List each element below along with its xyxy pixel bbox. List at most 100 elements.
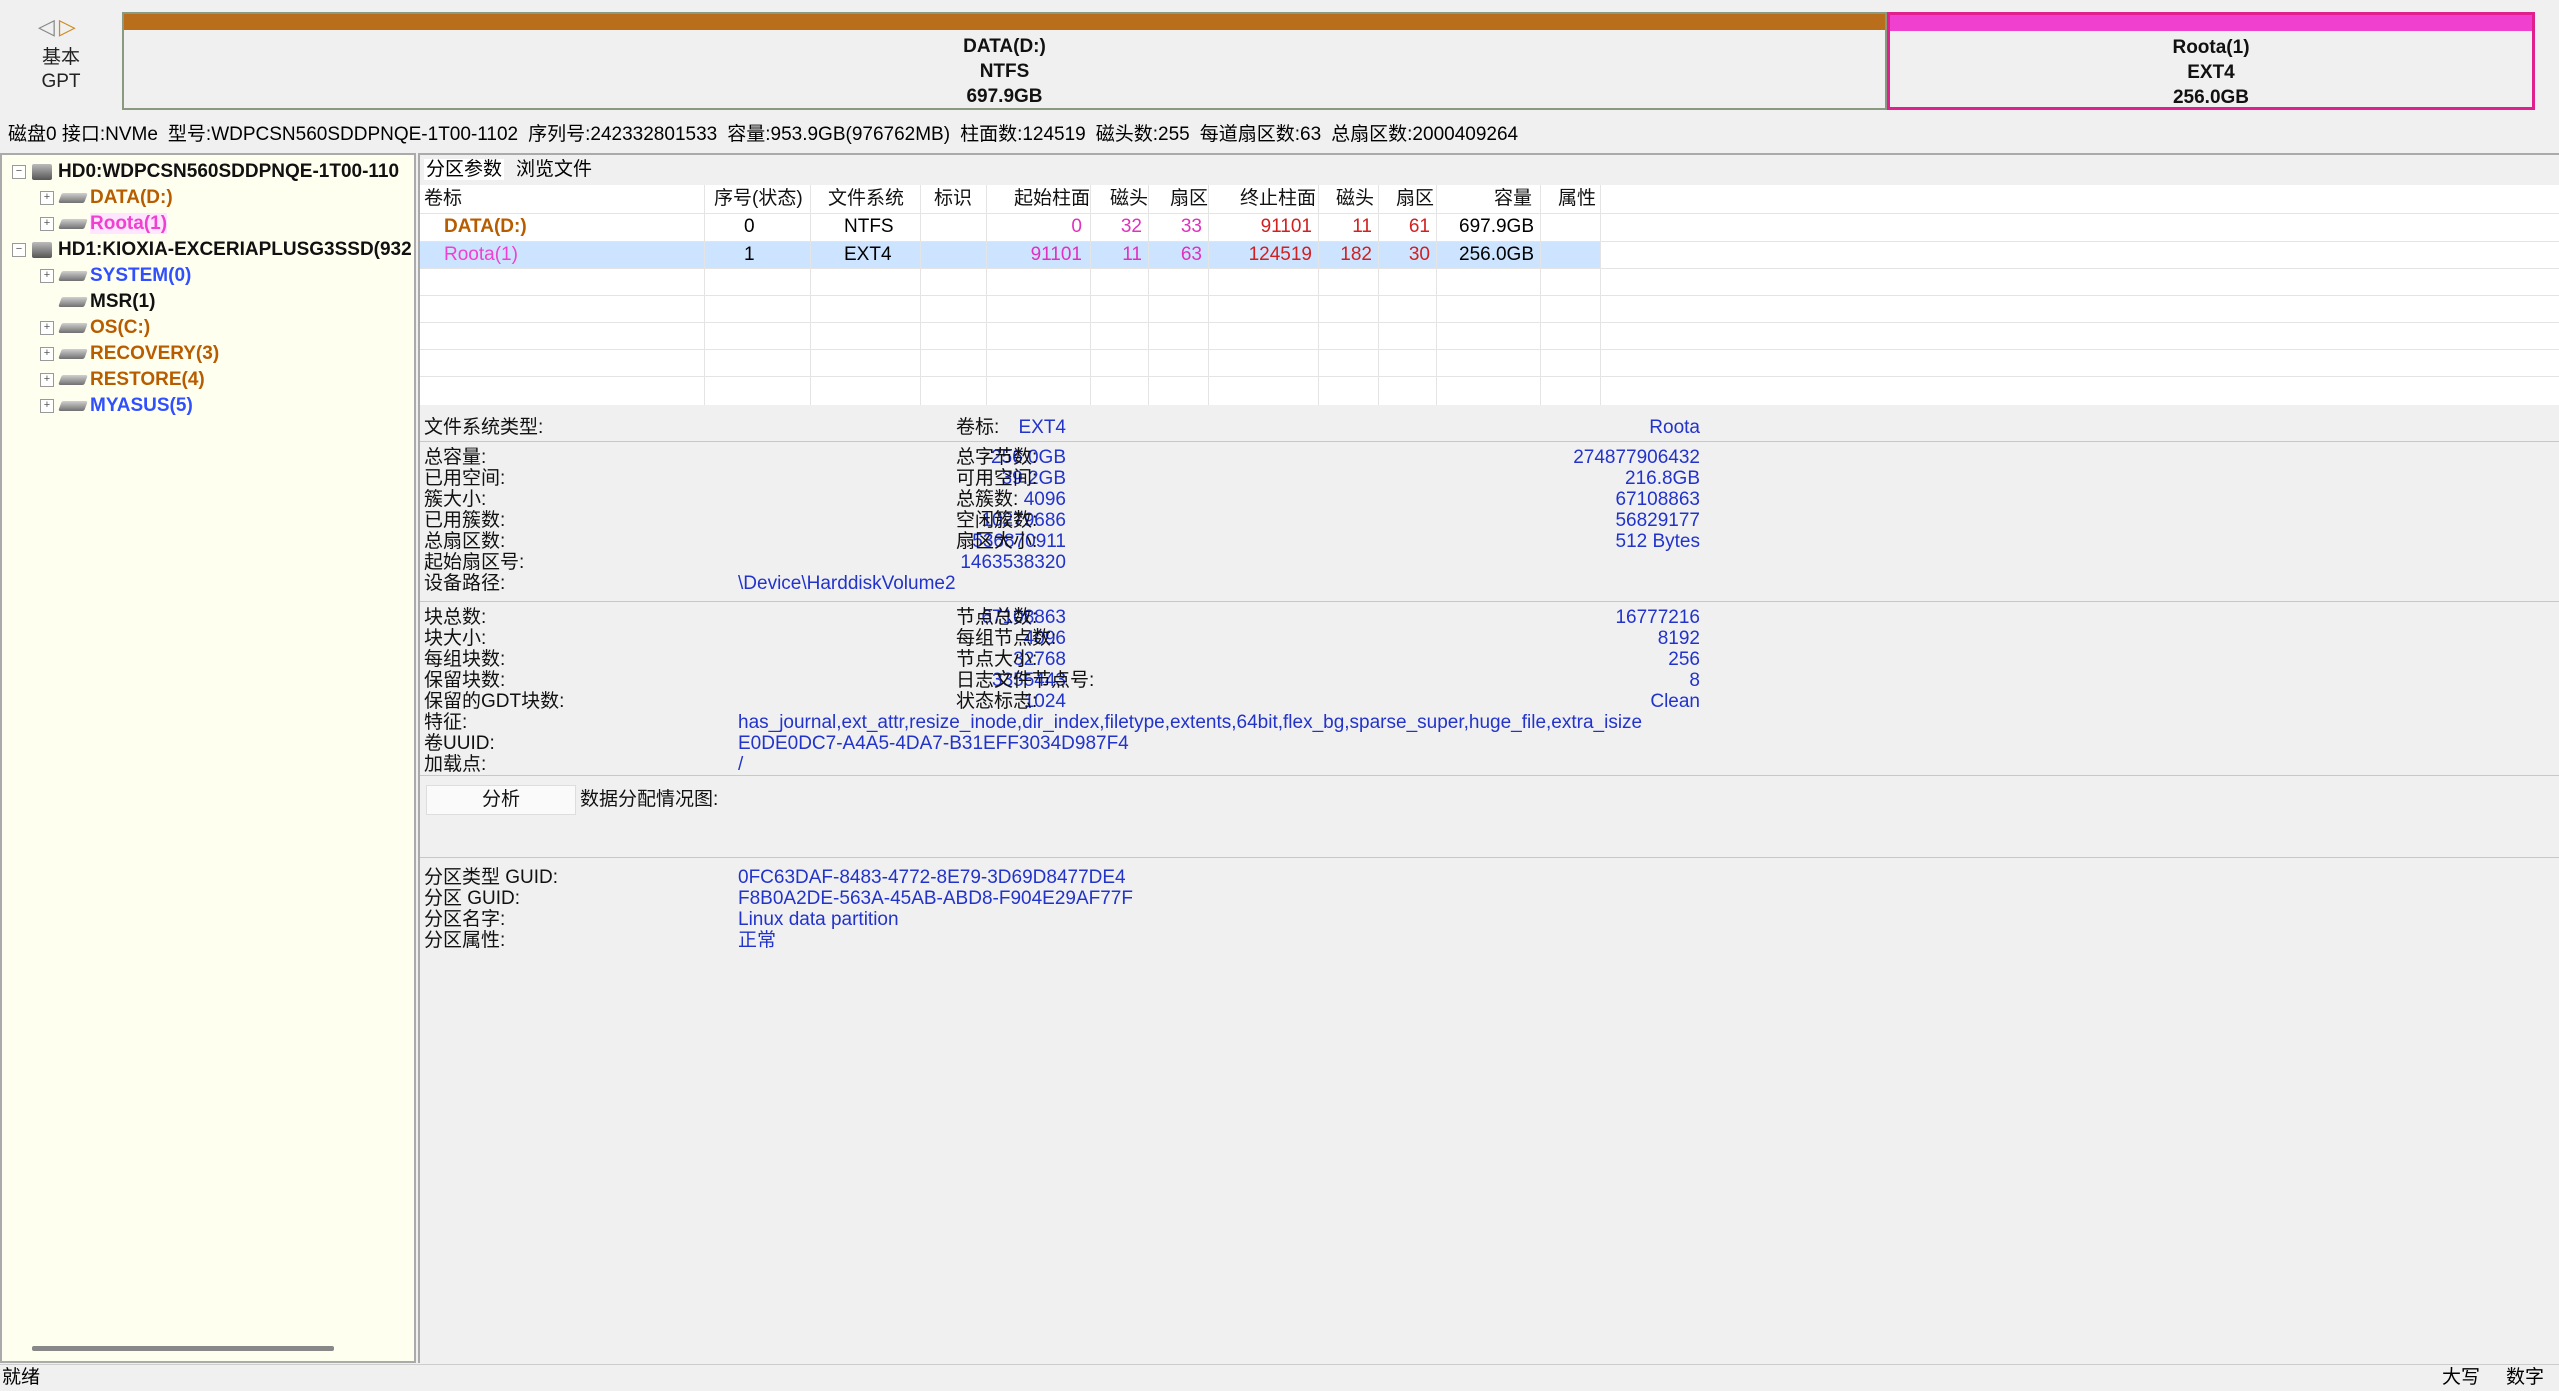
col-header-start-cyl[interactable]: 起始柱面 xyxy=(1014,185,1090,213)
cell-end-head: 182 xyxy=(1340,244,1372,265)
cell-end-cyl: 124519 xyxy=(1248,244,1312,265)
tree-node-myasus[interactable]: + MYASUS(5) xyxy=(40,393,193,419)
tree-node-recovery[interactable]: + RECOVERY(3) xyxy=(40,341,219,367)
disk-nav: ◁▷ 基本 GPT xyxy=(0,0,122,120)
expand-icon[interactable]: + xyxy=(40,190,54,205)
col-header-label[interactable]: 卷标 xyxy=(424,185,462,213)
status-bar: 就绪 大写 数字 xyxy=(0,1364,2559,1391)
total-clusters-value: 67108863 xyxy=(1615,489,1700,510)
cluster-size-label: 簇大小: xyxy=(424,489,487,510)
free-clusters-label: 空闲簇数: xyxy=(956,510,1038,531)
free-space-label: 可用空间: xyxy=(956,468,1038,489)
cell-start-head: 11 xyxy=(1122,244,1142,265)
expand-icon[interactable]: + xyxy=(40,216,54,231)
collapse-icon[interactable]: − xyxy=(12,164,26,179)
col-header-id[interactable]: 标识 xyxy=(934,185,972,213)
partition-detail-pane: 分区参数 浏览文件 卷标 序号(状态) 文件系统 标识 起始柱面 磁头 扇区 终止… xyxy=(418,153,2559,1363)
harddisk-icon xyxy=(32,163,52,180)
journal-inode-label: 日志文件节点号: xyxy=(956,670,1095,691)
used-clusters-label: 已用簇数: xyxy=(424,510,506,531)
cell-end-cyl: 91101 xyxy=(1260,216,1312,237)
features-value: has_journal,ext_attr,resize_inode,dir_in… xyxy=(738,712,1643,733)
prev-disk-icon[interactable]: ◁ xyxy=(38,14,59,39)
free-space-value: 216.8GB xyxy=(1625,468,1700,489)
partition-type-guid-label: 分区类型 GUID: xyxy=(424,867,559,888)
device-path-value: \Device\HarddiskVolume2 xyxy=(738,573,956,594)
tree-node-os[interactable]: + OS(C:) xyxy=(40,315,150,341)
disk-type-basic: 基本 xyxy=(41,47,80,68)
tab-browse-files[interactable]: 浏览文件 xyxy=(516,159,592,180)
partition-icon xyxy=(58,400,88,411)
col-header-start-sector[interactable]: 扇区 xyxy=(1170,185,1208,213)
col-header-capacity[interactable]: 容量 xyxy=(1494,185,1532,213)
tree-horizontal-scrollbar[interactable] xyxy=(32,1346,334,1351)
partition-block-data[interactable]: DATA(D:) NTFS 697.9GB xyxy=(122,12,1887,110)
collapse-icon[interactable]: − xyxy=(12,242,26,257)
tree-node-hd1[interactable]: − HD1:KIOXIA-EXCERIAPLUSG3SSD(932 xyxy=(12,237,412,263)
col-header-start-head[interactable]: 磁头 xyxy=(1110,185,1148,213)
cell-start-sector: 33 xyxy=(1180,216,1202,237)
volume-label-value: Roota xyxy=(1649,417,1700,438)
state-flag-value: Clean xyxy=(1650,691,1700,712)
partition-icon xyxy=(58,270,88,281)
tree-node-restore[interactable]: + RESTORE(4) xyxy=(40,367,205,393)
col-header-end-head[interactable]: 磁头 xyxy=(1336,185,1374,213)
fs-type-label: 文件系统类型: xyxy=(424,417,544,438)
col-header-attr[interactable]: 属性 xyxy=(1558,185,1596,213)
table-row[interactable]: DATA(D:) xyxy=(444,213,527,241)
harddisk-icon xyxy=(32,241,52,258)
reserved-gdt-label: 保留的GDT块数: xyxy=(424,691,565,712)
status-text: 就绪 xyxy=(2,1367,41,1388)
cell-start-cyl: 0 xyxy=(1071,216,1082,237)
expand-icon[interactable]: + xyxy=(40,398,54,413)
mount-point-value: / xyxy=(738,754,744,775)
partition-name-label: 分区名字: xyxy=(424,909,506,930)
partition-guid-value: F8B0A2DE-563A-45AB-ABD8-F904E29AF77F xyxy=(738,888,1133,909)
next-disk-icon[interactable]: ▷ xyxy=(59,14,80,39)
total-bytes-value: 274877906432 xyxy=(1573,447,1700,468)
cell-end-head: 11 xyxy=(1352,216,1372,237)
block-size-label: 块大小: xyxy=(424,628,487,649)
col-header-end-sector[interactable]: 扇区 xyxy=(1396,185,1434,213)
tree-node-roota[interactable]: + Roota(1) xyxy=(40,211,168,237)
col-header-fs[interactable]: 文件系统 xyxy=(828,185,904,213)
volume-label-label: 卷标: xyxy=(956,417,1000,438)
partition-size: 697.9GB xyxy=(966,86,1043,107)
disk-type-gpt: GPT xyxy=(41,71,81,92)
partition-icon xyxy=(58,348,88,359)
partition-attr-label: 分区属性: xyxy=(424,930,506,951)
cell-capacity: 256.0GB xyxy=(1459,244,1534,265)
reserved-blocks-label: 保留块数: xyxy=(424,670,506,691)
cell-index: 1 xyxy=(744,244,755,265)
tree-node-hd0[interactable]: − HD0:WDPCSN560SDDPNQE-1T00-110 xyxy=(12,159,399,185)
expand-icon[interactable]: + xyxy=(40,372,54,387)
disk-interface: 磁盘0 接口:NVMe xyxy=(8,124,158,145)
col-header-index[interactable]: 序号(状态) xyxy=(714,185,803,213)
caps-lock-indicator: 大写 xyxy=(2442,1367,2481,1388)
tab-partition-params[interactable]: 分区参数 xyxy=(424,159,505,180)
data-allocation-label: 数据分配情况图: xyxy=(580,789,719,810)
expand-icon[interactable]: + xyxy=(40,320,54,335)
sector-size-label: 扇区大小: xyxy=(956,531,1038,552)
blocks-per-group-label: 每组块数: xyxy=(424,649,506,670)
start-sector-value: 1463538320 xyxy=(960,552,1066,573)
table-row[interactable]: Roota(1) xyxy=(444,241,518,269)
total-sectors-label: 总扇区数: xyxy=(424,531,506,552)
expand-icon[interactable]: + xyxy=(40,268,54,283)
partition-icon xyxy=(58,218,88,229)
partition-fs: NTFS xyxy=(979,61,1030,82)
tree-node-msr[interactable]: MSR(1) xyxy=(58,289,155,315)
block-count-label: 块总数: xyxy=(424,607,487,628)
tab-bar: 分区参数 浏览文件 xyxy=(424,157,604,183)
col-header-end-cyl[interactable]: 终止柱面 xyxy=(1240,185,1316,213)
tree-node-system[interactable]: + SYSTEM(0) xyxy=(40,263,191,289)
expand-icon[interactable]: + xyxy=(40,346,54,361)
partition-fs: EXT4 xyxy=(2187,62,2235,83)
device-path-label: 设备路径: xyxy=(424,573,506,594)
tree-node-data[interactable]: + DATA(D:) xyxy=(40,185,173,211)
analyze-button[interactable]: 分析 xyxy=(426,785,576,815)
inode-size-value: 256 xyxy=(1668,649,1700,670)
partition-block-roota[interactable]: Roota(1) EXT4 256.0GB xyxy=(1887,12,2535,110)
partition-icon xyxy=(58,374,88,385)
partition-name: Roota(1) xyxy=(2172,37,2250,58)
